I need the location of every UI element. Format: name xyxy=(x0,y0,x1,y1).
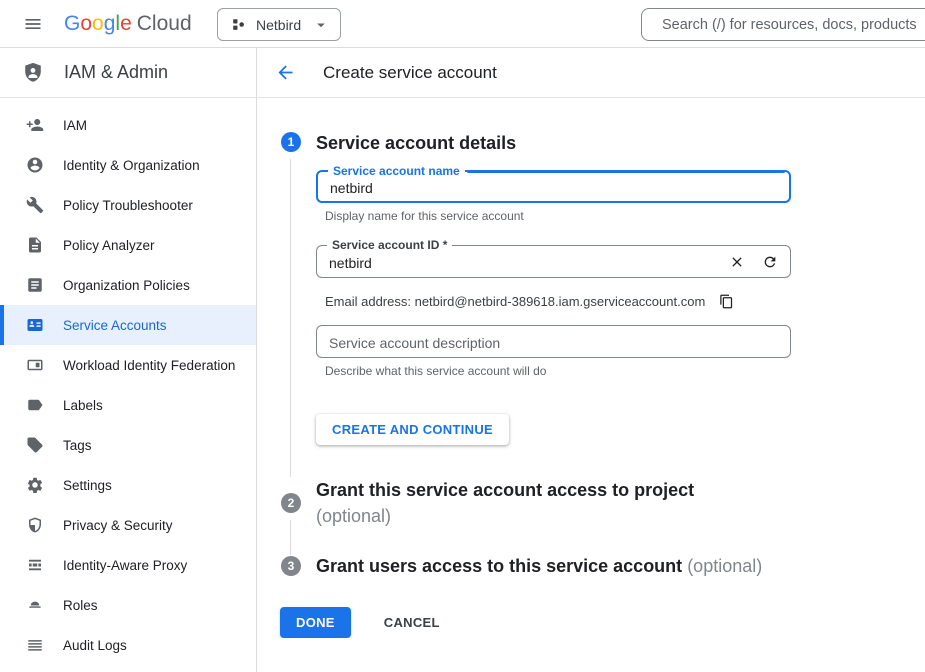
sidebar-item-label: Audit Logs xyxy=(63,638,127,653)
sidebar-item-roles[interactable]: Roles xyxy=(0,585,256,625)
step-2-title: Grant this service account access to pro… xyxy=(316,477,816,529)
step-connector xyxy=(290,520,291,555)
logo-google-letters: Google xyxy=(64,12,132,36)
logo-cloud-text: Cloud xyxy=(137,12,192,36)
sidebar-item-identity-organization[interactable]: Identity & Organization xyxy=(0,145,256,185)
service-account-name-input[interactable] xyxy=(318,172,789,201)
service-account-id-input[interactable] xyxy=(317,246,790,277)
service-account-id-field: Service account ID * xyxy=(316,245,791,278)
top-bar: Google Cloud Netbird xyxy=(0,0,925,48)
org-policies-icon xyxy=(26,276,44,294)
logo-letter: G xyxy=(64,12,80,35)
search-input[interactable] xyxy=(642,9,925,40)
project-selector[interactable]: Netbird xyxy=(217,8,341,41)
step-2: 2 Grant this service account access to p… xyxy=(257,477,925,555)
sidebar-item-label: Policy Analyzer xyxy=(63,238,155,253)
done-button[interactable]: DONE xyxy=(280,607,351,638)
service-account-name-field: Service account name xyxy=(316,170,791,203)
step-3: 3 Grant users access to this service acc… xyxy=(257,555,925,577)
email-address-text: Email address: netbird@netbird-389618.ia… xyxy=(325,294,705,309)
sidebar-item-label: Identity-Aware Proxy xyxy=(63,558,187,573)
sidebar-item-label: Labels xyxy=(63,398,103,413)
sidebar-item-policy-troubleshooter[interactable]: Policy Troubleshooter xyxy=(0,185,256,225)
step-3-optional: (optional) xyxy=(687,556,762,576)
logo-letter: g xyxy=(104,12,116,35)
sidebar-item-label: Roles xyxy=(63,598,98,613)
logo-letter: e xyxy=(120,12,132,35)
step-2-optional: (optional) xyxy=(316,503,816,529)
workload-identity-icon xyxy=(26,356,44,374)
sidebar-item-label: Policy Troubleshooter xyxy=(63,198,193,213)
sidebar-item-audit-logs[interactable]: Audit Logs xyxy=(0,625,256,665)
copy-icon[interactable] xyxy=(719,294,734,309)
sidebar-item-label: Identity & Organization xyxy=(63,158,200,173)
sidebar-item-label: Workload Identity Federation xyxy=(63,358,235,373)
hat-icon xyxy=(26,596,44,614)
main-area: Create service account 1 Service account… xyxy=(257,48,925,672)
create-and-continue-button[interactable]: CREATE AND CONTINUE xyxy=(316,414,509,445)
name-helper-text: Display name for this service account xyxy=(325,209,925,223)
shield-person-icon xyxy=(22,61,44,85)
page-header: Create service account xyxy=(257,48,925,98)
step-1: 1 Service account details Service accoun… xyxy=(257,132,925,477)
step-1-badge: 1 xyxy=(281,132,301,152)
sidebar-item-label: Tags xyxy=(63,438,92,453)
iap-icon xyxy=(26,556,44,574)
person-add-icon xyxy=(26,116,44,134)
sidebar: IAM & Admin IAM Identity & Organization Po… xyxy=(0,48,257,672)
product-title: IAM & Admin xyxy=(64,62,168,83)
service-account-icon xyxy=(26,316,44,334)
sidebar-item-tags[interactable]: Tags xyxy=(0,425,256,465)
sidebar-item-labels[interactable]: Labels xyxy=(0,385,256,425)
sidebar-item-label: IAM xyxy=(63,118,87,133)
sidebar-item-label: Service Accounts xyxy=(63,318,167,333)
back-arrow-icon[interactable] xyxy=(275,62,296,83)
sidebar-item-settings[interactable]: Settings xyxy=(0,465,256,505)
sidebar-item-privacy-security[interactable]: Privacy & Security xyxy=(0,505,256,545)
wrench-icon xyxy=(26,196,44,214)
refresh-icon[interactable] xyxy=(762,254,778,270)
sidebar-item-label: Settings xyxy=(63,478,112,493)
clear-icon[interactable] xyxy=(729,254,745,270)
search-bar xyxy=(641,8,925,41)
create-service-account-form: 1 Service account details Service accoun… xyxy=(257,98,925,638)
form-actions: DONE CANCEL xyxy=(280,607,925,638)
description-helper-text: Describe what this service account will … xyxy=(325,364,925,378)
logo-letter: o xyxy=(92,12,104,35)
shield-half-icon xyxy=(26,516,44,534)
sidebar-item-workload-identity-federation[interactable]: Workload Identity Federation xyxy=(0,345,256,385)
gear-icon xyxy=(26,476,44,494)
step-3-title: Grant users access to this service accou… xyxy=(316,555,925,577)
sidebar-item-iam[interactable]: IAM xyxy=(0,105,256,145)
caret-down-icon xyxy=(312,16,330,34)
sidebar-item-identity-aware-proxy[interactable]: Identity-Aware Proxy xyxy=(0,545,256,585)
sidebar-item-service-accounts[interactable]: Service Accounts xyxy=(0,305,256,345)
step-connector xyxy=(290,159,291,477)
google-cloud-logo[interactable]: Google Cloud xyxy=(64,12,192,36)
step-2-badge: 2 xyxy=(281,493,301,513)
project-name: Netbird xyxy=(256,17,301,33)
sidebar-item-policy-analyzer[interactable]: Policy Analyzer xyxy=(0,225,256,265)
cancel-button[interactable]: CANCEL xyxy=(378,614,446,631)
list-icon xyxy=(26,636,44,654)
policy-analyzer-icon xyxy=(26,236,44,254)
sidebar-nav: IAM Identity & Organization Policy Trouble… xyxy=(0,98,256,665)
project-icon xyxy=(230,16,247,33)
page-title: Create service account xyxy=(323,63,497,83)
menu-icon[interactable] xyxy=(23,14,43,34)
step-3-badge: 3 xyxy=(281,556,301,576)
sidebar-item-organization-policies[interactable]: Organization Policies xyxy=(0,265,256,305)
account-circle-icon xyxy=(26,156,44,174)
service-account-description-field xyxy=(316,325,791,358)
sidebar-item-label: Privacy & Security xyxy=(63,518,173,533)
sidebar-header: IAM & Admin xyxy=(0,48,256,98)
sidebar-item-label: Organization Policies xyxy=(63,278,190,293)
step-1-title: Service account details xyxy=(316,132,925,154)
label-icon xyxy=(26,396,44,414)
tag-icon xyxy=(26,436,44,454)
service-account-description-input[interactable] xyxy=(317,326,790,357)
logo-letter: o xyxy=(80,12,92,35)
